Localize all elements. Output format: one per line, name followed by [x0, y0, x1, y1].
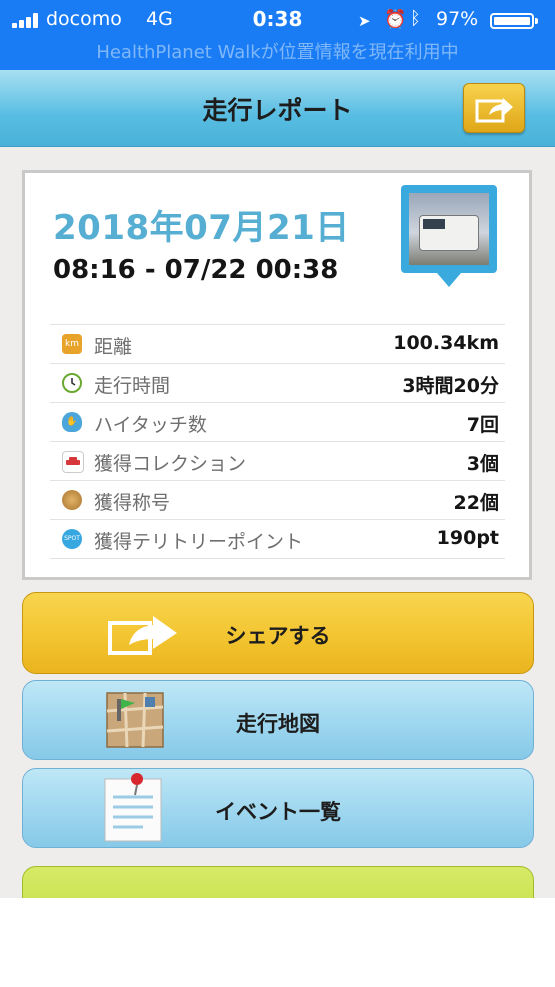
location-banner[interactable]: HealthPlanet Walkが位置情報を現在利用中 [0, 38, 555, 64]
stats-list: km 距離 100.34km 走行時間 3時間20分 ✋ ハイタッチ数 7回 獲… [50, 324, 505, 559]
stat-row-title: 獲得称号 22個 [50, 480, 505, 519]
report-time-range: 08:16 - 07/22 00:38 [53, 255, 339, 285]
battery-icon [490, 13, 538, 29]
vehicle-photo-pin[interactable] [401, 185, 497, 287]
event-list-button-label: イベント一覧 [215, 800, 341, 824]
km-icon: km [62, 334, 82, 354]
report-date: 2018年07月21日 [53, 208, 350, 248]
share-arrow-icon [475, 98, 513, 123]
stat-value: 190pt [436, 527, 499, 549]
bluetooth-icon: ᛒ [410, 8, 421, 29]
medal-icon [62, 490, 82, 510]
hand-icon: ✋ [62, 412, 82, 432]
stat-value: 3個 [466, 453, 499, 475]
car-collection-icon [62, 451, 84, 473]
route-map-button[interactable]: 走行地図 [22, 680, 534, 760]
stat-row-hightouch: ✋ ハイタッチ数 7回 [50, 402, 505, 441]
stat-label: 獲得コレクション [94, 453, 247, 475]
stat-label: ハイタッチ数 [94, 414, 207, 436]
stat-value: 7回 [466, 414, 499, 436]
clock-icon [62, 373, 82, 393]
stat-label: 走行時間 [94, 375, 171, 397]
status-bar: docomo 4G 0:38 ➤ ⏰ ᛒ 97% HealthPlanet Wa… [0, 0, 555, 70]
stat-label: 獲得称号 [94, 492, 171, 514]
alarm-icon: ⏰ [384, 9, 407, 30]
stat-row-collection: 獲得コレクション 3個 [50, 441, 505, 480]
share-button-label: シェアする [225, 624, 331, 648]
location-arrow-icon: ➤ [358, 12, 371, 30]
share-button[interactable]: シェアする [22, 592, 534, 674]
header-share-button[interactable] [463, 83, 525, 133]
vehicle-photo [409, 193, 489, 265]
stat-row-time: 走行時間 3時間20分 [50, 363, 505, 402]
report-card: 2018年07月21日 08:16 - 07/22 00:38 km 距離 10… [22, 170, 532, 580]
stat-value: 22個 [453, 492, 499, 514]
stat-row-territory: SPOT 獲得テリトリーポイント 190pt [50, 519, 505, 559]
stat-row-distance: km 距離 100.34km [50, 324, 505, 363]
route-map-button-label: 走行地図 [236, 712, 320, 736]
stat-label: 距離 [94, 336, 133, 358]
bottom-blank-area [0, 898, 555, 987]
stat-value: 100.34km [393, 332, 499, 354]
spot-icon: SPOT [62, 529, 82, 549]
stat-label: 獲得テリトリーポイント [94, 531, 304, 553]
stat-value: 3時間20分 [402, 375, 499, 397]
event-list-button[interactable]: イベント一覧 [22, 768, 534, 848]
battery-percent: 97% [436, 8, 479, 30]
